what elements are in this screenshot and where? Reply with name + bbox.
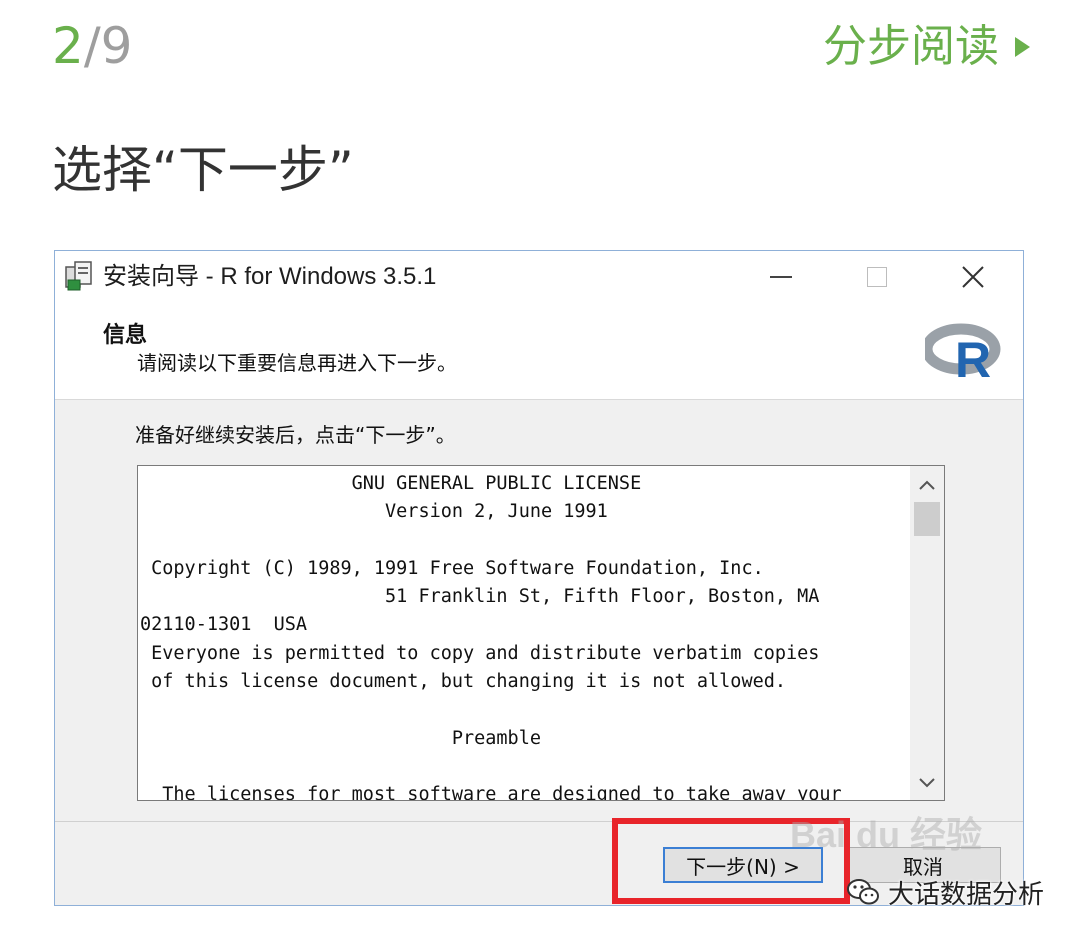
svg-text:R: R [955, 332, 991, 383]
step-read-label: 分步阅读 [823, 21, 999, 72]
step-counter: 2/9 [52, 16, 132, 76]
baidu-watermark: Bai du 经验 [790, 814, 983, 855]
brand-name: 大话数据分析 [888, 879, 1045, 910]
maximize-icon [867, 267, 887, 287]
minimize-button[interactable] [733, 251, 829, 303]
step-header: 2/9 分步阅读 [0, 0, 1080, 100]
continue-prompt: 准备好继续安装后，点击“下一步”。 [135, 423, 456, 447]
play-icon [1015, 37, 1030, 57]
instruction-text: 选择“下一步” [52, 141, 354, 199]
chevron-down-icon [919, 778, 935, 788]
info-subtitle: 请阅读以下重要信息再进入下一步。 [137, 351, 457, 375]
step-current: 2 [52, 17, 84, 75]
title-bar: 安装向导 - R for Windows 3.5.1 [55, 251, 1023, 303]
close-button[interactable] [925, 251, 1021, 303]
license-textbox[interactable]: GNU GENERAL PUBLIC LICENSE Version 2, Ju… [137, 465, 945, 801]
installer-app-icon [65, 261, 92, 291]
minimize-icon [770, 276, 792, 278]
scroll-up-button[interactable] [910, 468, 944, 502]
chevron-up-icon [919, 480, 935, 490]
step-total: /9 [83, 17, 133, 75]
r-logo-icon: R [925, 323, 1001, 383]
info-title: 信息 [103, 323, 148, 348]
scroll-down-button[interactable] [910, 766, 944, 800]
close-icon [962, 266, 984, 288]
step-read-link[interactable]: 分步阅读 [823, 18, 1030, 76]
dialog-title: 安装向导 - R for Windows 3.5.1 [103, 263, 437, 290]
info-header: 信息 请阅读以下重要信息再进入下一步。 R [55, 303, 1023, 400]
brand-badge: 大话数据分析 [846, 872, 1044, 912]
license-scrollbar[interactable] [910, 466, 944, 800]
wechat-icon [847, 879, 879, 905]
license-text: GNU GENERAL PUBLIC LICENSE Version 2, Ju… [140, 473, 842, 801]
maximize-button[interactable] [829, 251, 925, 303]
scroll-thumb[interactable] [914, 502, 940, 536]
